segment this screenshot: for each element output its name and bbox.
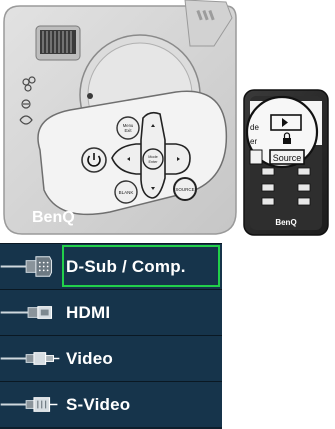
source-item-label: Video: [66, 348, 113, 368]
source-item-label: D-Sub / Comp.: [66, 256, 186, 276]
svideo-connector-icon: [0, 397, 58, 412]
projector-body: Menu Exit Mode Enter BLANK SOURCE BenQ: [3, 0, 237, 235]
hdmi-connector-icon: [0, 306, 53, 319]
source-item-label: S-Video: [66, 394, 131, 414]
vent-icon: [35, 25, 81, 61]
vga-connector-icon: [0, 256, 53, 277]
svg-text:Exit: Exit: [125, 128, 133, 133]
source-item-dsub[interactable]: D-Sub / Comp.: [0, 243, 222, 289]
benq-logo: BenQ: [32, 209, 75, 226]
remote-benq-logo: BenQ: [275, 218, 296, 227]
svg-text:SOURCE: SOURCE: [175, 187, 194, 192]
source-item-hdmi[interactable]: HDMI: [0, 289, 222, 335]
svg-text:Source: Source: [273, 153, 302, 163]
source-item-svideo[interactable]: S-Video: [0, 381, 222, 427]
svg-text:de: de: [250, 123, 259, 132]
rca-connector-icon: [0, 352, 60, 365]
source-menu: D-Sub / Comp. HDMI Video S-Video: [0, 243, 222, 429]
source-item-label: HDMI: [66, 302, 111, 322]
svg-text:er: er: [250, 137, 257, 146]
source-item-video[interactable]: Video: [0, 335, 222, 381]
svg-text:Mode: Mode: [148, 155, 158, 159]
remote-control: Source de er BenQ: [243, 89, 329, 236]
mode-enter-button[interactable]: [142, 148, 164, 170]
svg-text:Enter: Enter: [148, 160, 158, 164]
projector-illustration: Menu Exit Mode Enter BLANK SOURCE BenQ S…: [3, 0, 329, 236]
svg-text:BLANK: BLANK: [119, 190, 134, 195]
